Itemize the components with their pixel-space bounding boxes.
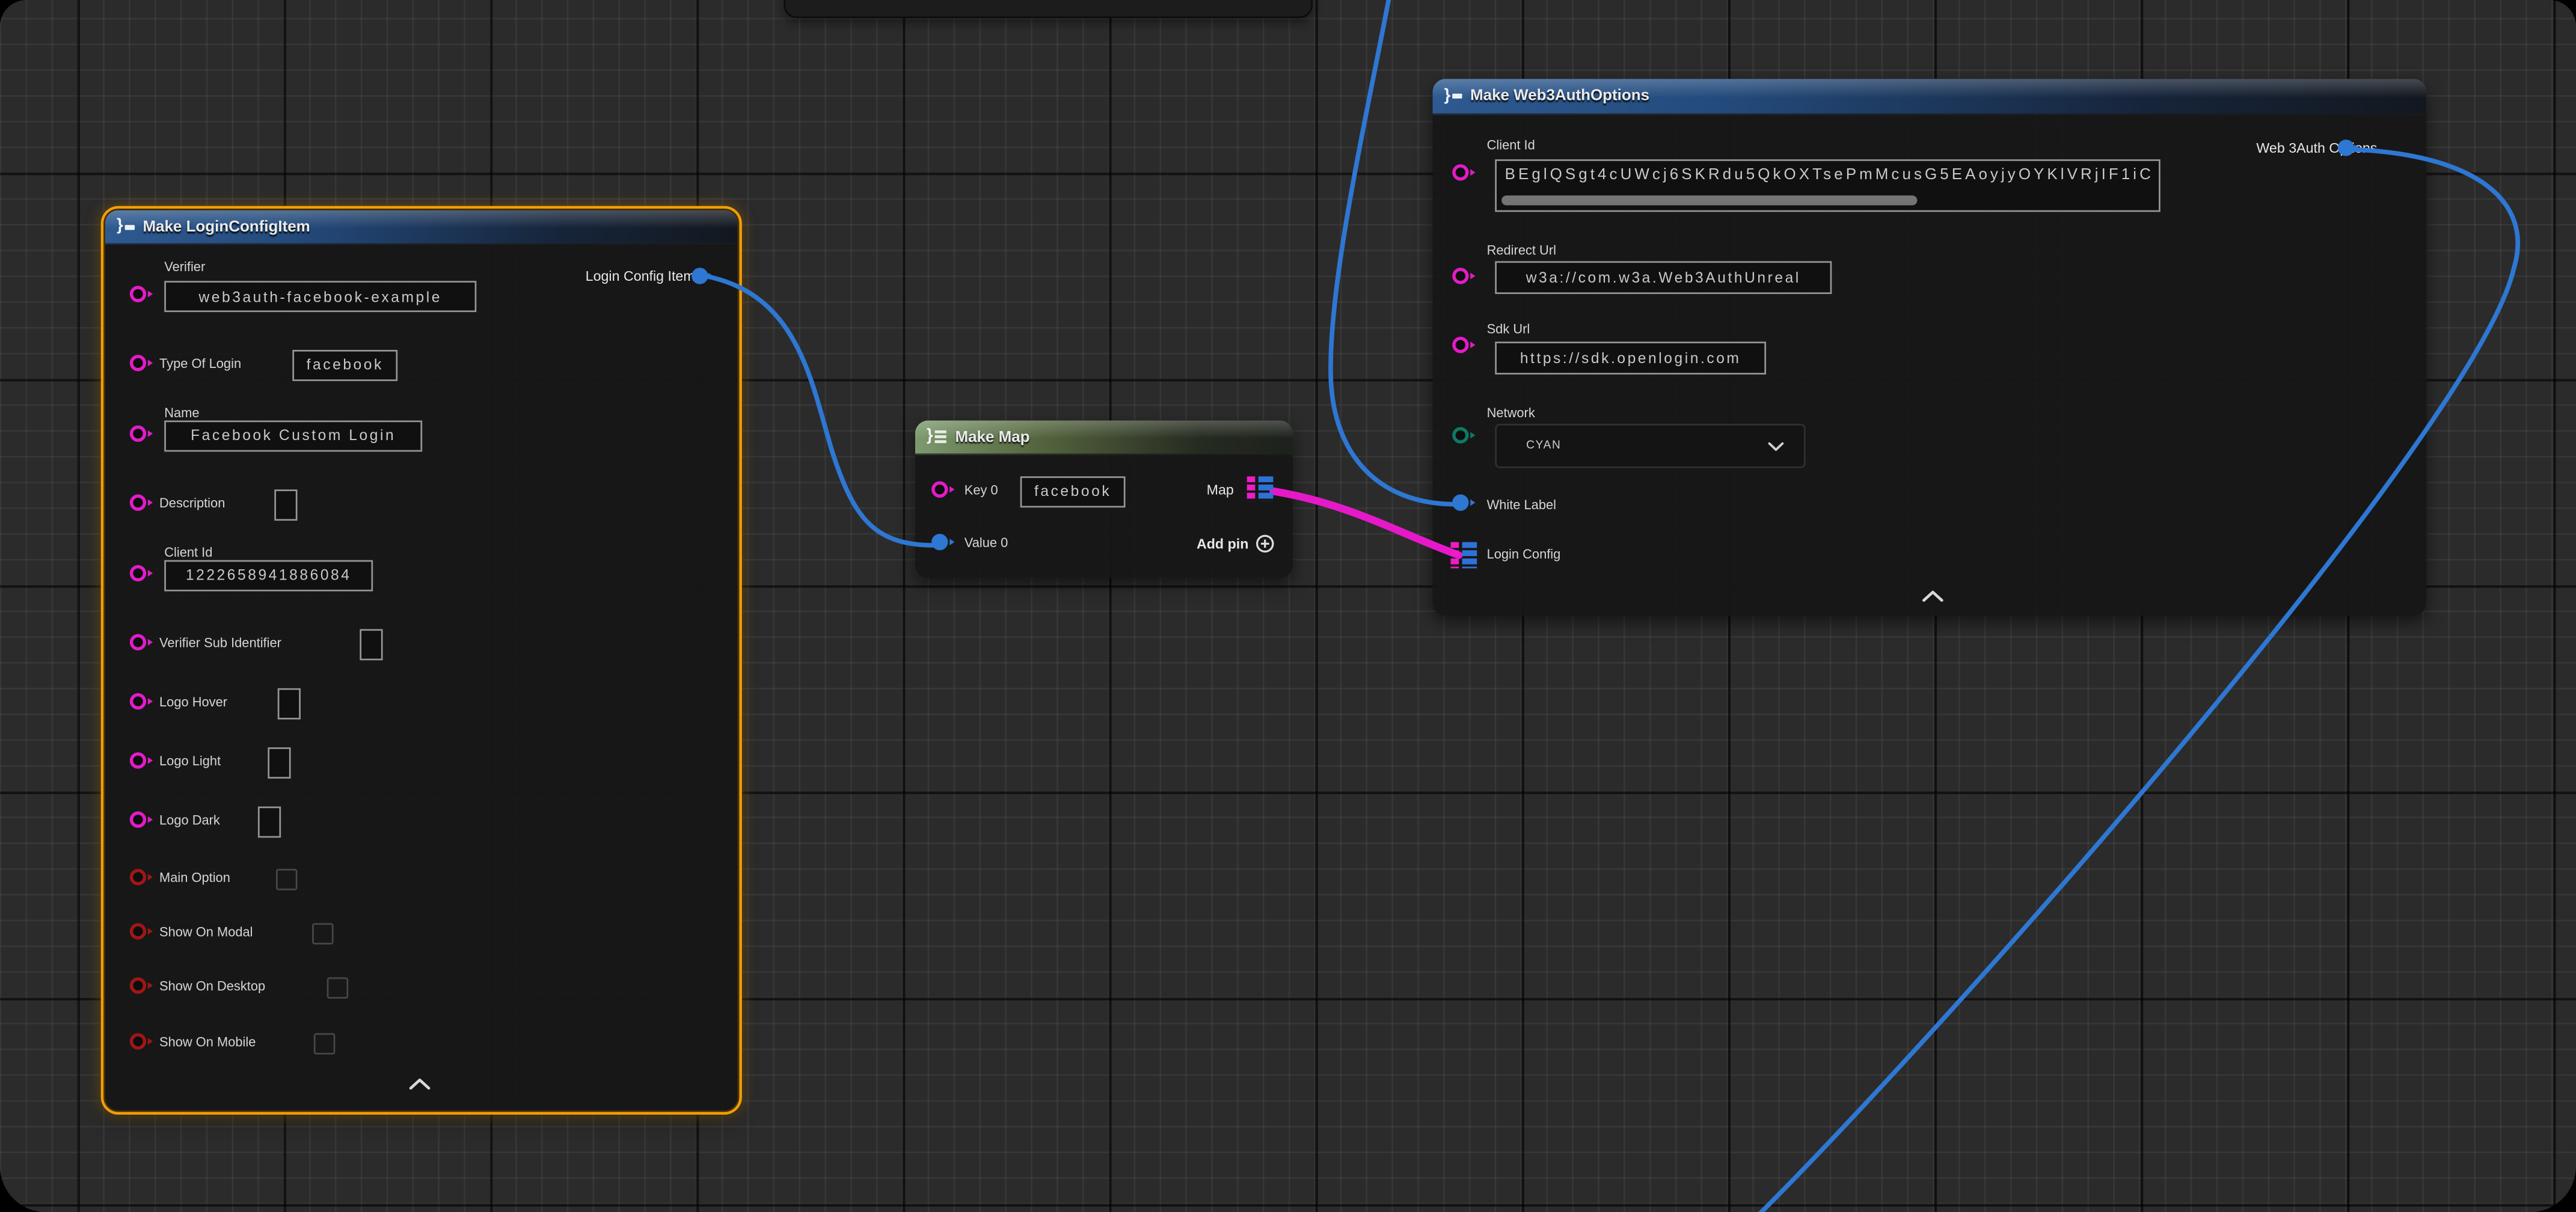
- node-title: Make LoginConfigItem: [143, 218, 310, 236]
- input-pin-client-id[interactable]: [1453, 165, 1469, 181]
- node-header-make-web3authoptions[interactable]: } Make Web3AuthOptions: [1432, 79, 2426, 115]
- input-pin-redirect-url[interactable]: [1453, 268, 1469, 284]
- redirect-url-value-field[interactable]: w3a://com.w3a.Web3AuthUnreal: [1495, 261, 1832, 294]
- output-pin-label: Map: [1207, 482, 1234, 498]
- input-label-key-0: Key 0: [964, 483, 998, 498]
- collapse-chevron-icon[interactable]: [409, 1077, 431, 1091]
- input-pin-type-of-login[interactable]: [130, 355, 147, 372]
- output-pin-label: Login Config Item: [586, 268, 695, 284]
- input-pin-show-on-modal[interactable]: [130, 924, 147, 940]
- type-of-login-value-field[interactable]: facebook: [292, 349, 397, 381]
- input-pin-network[interactable]: [1453, 427, 1469, 444]
- blueprint-graph-canvas[interactable]: } Make LoginConfigItem Login Config Item…: [0, 0, 2576, 1212]
- name-value-field[interactable]: Facebook Custom Login: [164, 420, 422, 451]
- verifier-sub-identifier-value-field[interactable]: [360, 628, 382, 660]
- collapse-chevron-icon[interactable]: [1922, 590, 1944, 603]
- client-id-value-field[interactable]: BEglQSgt4cUWcj6SKRdu5QkOXTsePmMcusG5EAoy…: [1495, 159, 2160, 212]
- input-label-description: Description: [159, 496, 225, 511]
- input-pin-description[interactable]: [130, 495, 147, 511]
- client-id-value-field[interactable]: 1222658941886084: [164, 559, 373, 590]
- client-id-value-text: BEglQSgt4cUWcj6SKRdu5QkOXTsePmMcusG5EAoy…: [1505, 166, 2154, 184]
- input-pin-main-option[interactable]: [130, 869, 147, 886]
- input-pin-name[interactable]: [130, 426, 147, 442]
- input-label-type-of-login: Type Of Login: [159, 357, 241, 372]
- node-header-make-map[interactable]: } Make Map: [915, 420, 1293, 454]
- input-pin-white-label[interactable]: [1453, 495, 1469, 511]
- horizontal-scrollbar-thumb[interactable]: [1501, 195, 1917, 205]
- input-label-main-option: Main Option: [159, 871, 230, 886]
- sdk-url-value-field[interactable]: https://sdk.openlogin.com: [1495, 341, 1766, 375]
- main-option-checkbox[interactable]: [276, 868, 298, 890]
- wire-login-config-item-to-value-0[interactable]: [705, 276, 934, 545]
- input-pin-logo-hover[interactable]: [130, 694, 147, 710]
- input-pin-logo-light[interactable]: [130, 753, 147, 769]
- input-pin-show-on-mobile[interactable]: [130, 1034, 147, 1050]
- input-label-show-on-mobile: Show On Mobile: [159, 1035, 256, 1050]
- logo-hover-value-field[interactable]: [278, 687, 301, 718]
- show-on-mobile-checkbox[interactable]: [314, 1032, 336, 1054]
- input-label-value-0: Value 0: [964, 536, 1008, 551]
- input-label-verifier-sub-identifier: Verifier Sub Identifier: [159, 635, 281, 650]
- make-struct-icon: }: [117, 218, 135, 234]
- input-label-name: Name: [164, 406, 199, 421]
- show-on-modal-checkbox[interactable]: [312, 922, 334, 944]
- make-struct-icon: }: [1444, 88, 1462, 104]
- input-label-logo-dark: Logo Dark: [159, 813, 220, 828]
- offscreen-node-bottom-edge[interactable]: [784, 0, 1313, 18]
- input-label-logo-light: Logo Light: [159, 754, 221, 769]
- input-pin-logo-dark[interactable]: [130, 812, 147, 828]
- input-label-network: Network: [1487, 406, 1535, 421]
- input-label-show-on-modal: Show On Modal: [159, 925, 253, 940]
- node-make-map[interactable]: } Make Map Key 0 facebook Map Value 0 Ad…: [915, 420, 1293, 578]
- add-pin-button[interactable]: Add pin: [1197, 534, 1275, 554]
- node-title: Make Web3AuthOptions: [1470, 87, 1649, 105]
- input-label-login-config: Login Config: [1487, 547, 1561, 562]
- input-label-redirect-url: Redirect Url: [1487, 243, 1556, 258]
- input-pin-verifier[interactable]: [130, 286, 147, 302]
- input-pin-verifier-sub-identifier[interactable]: [130, 635, 147, 651]
- input-label-white-label: White Label: [1487, 497, 1556, 512]
- output-pin-map-icon[interactable]: [1247, 476, 1274, 501]
- input-pin-client-id[interactable]: [130, 566, 147, 582]
- add-pin-label: Add pin: [1197, 536, 1248, 552]
- chevron-down-icon: [1768, 441, 1784, 451]
- network-dropdown[interactable]: CYAN: [1495, 424, 1805, 468]
- add-pin-plus-icon: [1255, 534, 1275, 554]
- node-make-web3authoptions[interactable]: } Make Web3AuthOptions Web 3Auth Options…: [1432, 79, 2426, 616]
- input-label-client-id: Client Id: [164, 545, 212, 560]
- node-make-loginconfigitem[interactable]: } Make LoginConfigItem Login Config Item…: [105, 210, 738, 1110]
- input-pin-key-0[interactable]: [932, 482, 948, 498]
- logo-light-value-field[interactable]: [268, 747, 290, 778]
- show-on-desktop-checkbox[interactable]: [327, 976, 349, 998]
- key-0-value-field[interactable]: facebook: [1020, 476, 1126, 507]
- input-pin-sdk-url[interactable]: [1453, 337, 1469, 354]
- make-map-icon: }: [927, 429, 947, 445]
- input-label-sdk-url: Sdk Url: [1487, 322, 1530, 337]
- input-label-show-on-desktop: Show On Desktop: [159, 979, 265, 994]
- network-selected-value: CYAN: [1526, 440, 1768, 451]
- input-pin-value-0[interactable]: [932, 534, 948, 551]
- logo-dark-value-field[interactable]: [258, 806, 281, 837]
- input-label-verifier: Verifier: [164, 260, 205, 275]
- output-pin-login-config-item[interactable]: [692, 267, 708, 283]
- input-label-logo-hover: Logo Hover: [159, 695, 227, 710]
- node-header-make-loginconfigitem[interactable]: } Make LoginConfigItem: [105, 210, 738, 245]
- verifier-value-field[interactable]: web3auth-facebook-example: [164, 281, 476, 312]
- description-value-field[interactable]: [274, 489, 297, 520]
- input-pin-show-on-desktop[interactable]: [130, 978, 147, 994]
- node-title: Make Map: [955, 428, 1029, 446]
- input-pin-login-config-icon[interactable]: [1450, 542, 1477, 569]
- input-label-client-id: Client Id: [1487, 138, 1535, 153]
